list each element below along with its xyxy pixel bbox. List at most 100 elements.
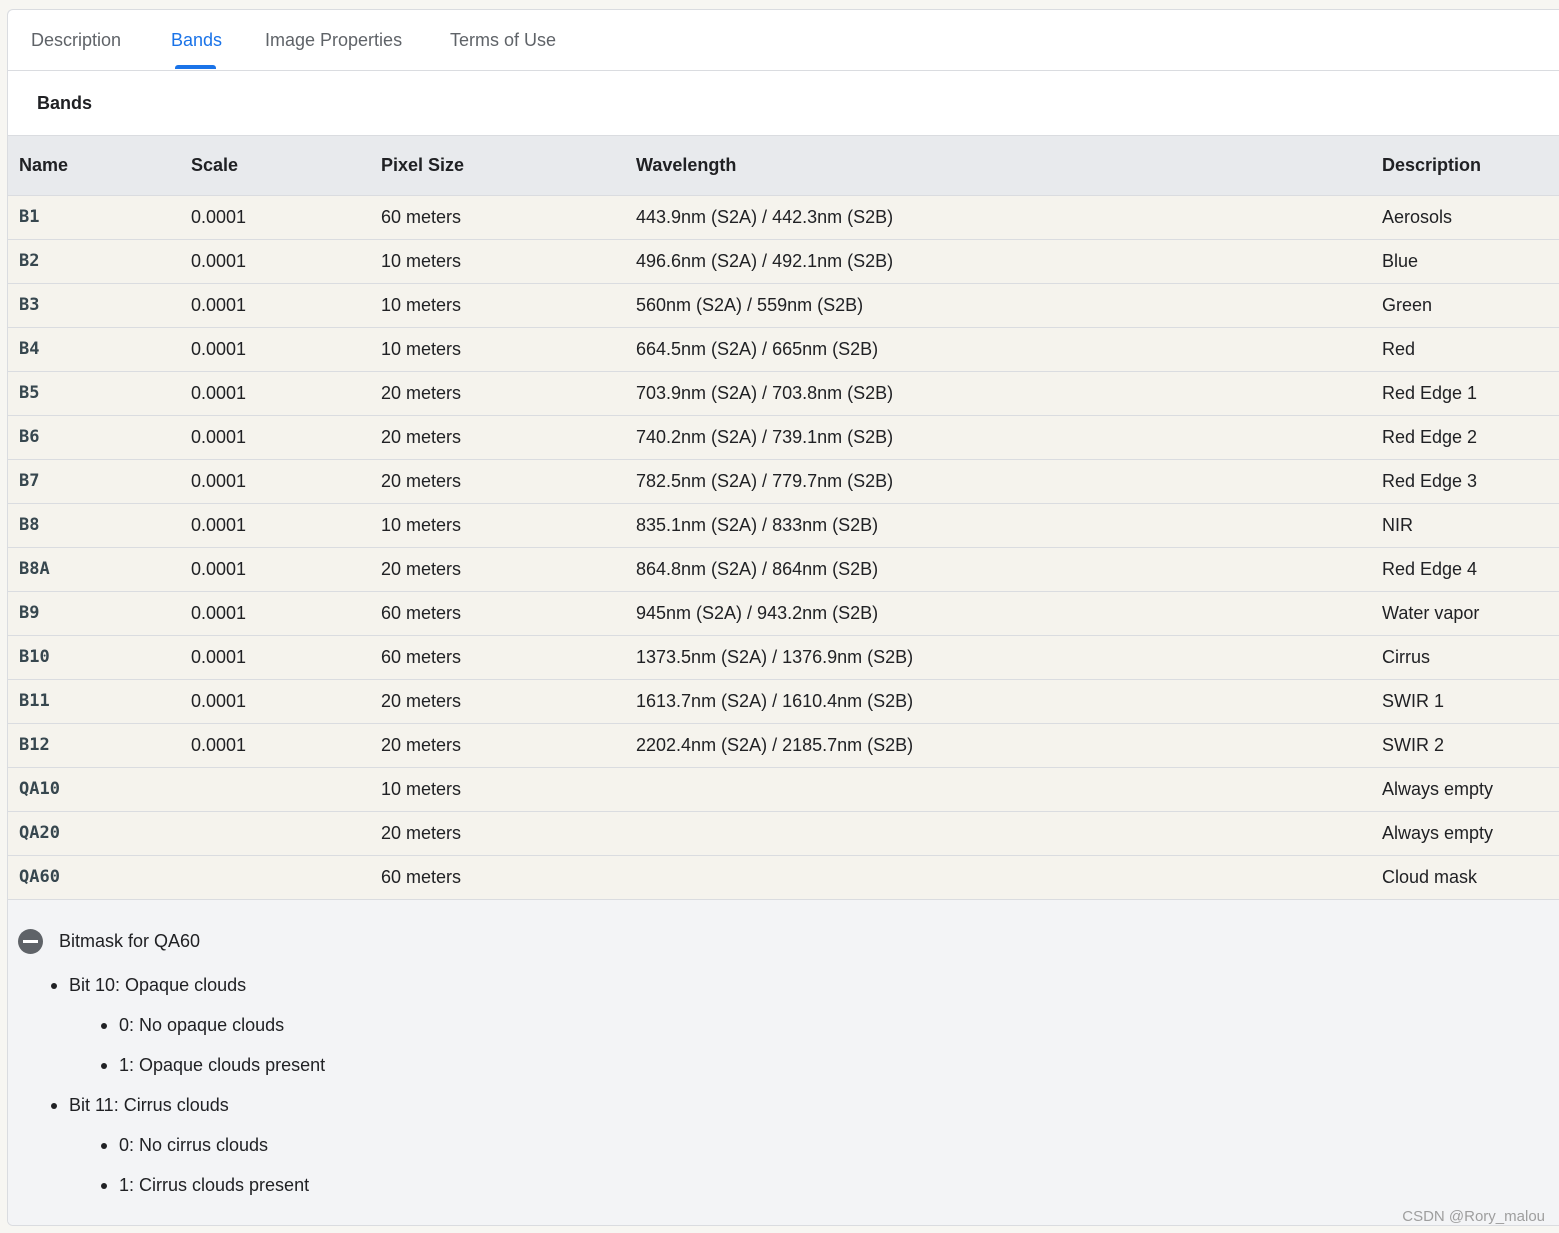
cell-scale: 0.0001 xyxy=(191,690,247,711)
tab-bands[interactable]: Bands xyxy=(171,10,222,70)
cell-description: Water vapor xyxy=(1382,602,1480,623)
cell-pixel-size: 20 meters xyxy=(381,558,462,579)
cell-scale: 0.0001 xyxy=(191,558,247,579)
cell-description: Red Edge 1 xyxy=(1382,382,1478,403)
cell-scale: 0.0001 xyxy=(191,294,247,315)
cell-pixel-size: 20 meters xyxy=(381,734,462,755)
cell-description: Red xyxy=(1382,338,1416,359)
cell-wavelength: 782.5nm (S2A) / 779.7nm (S2B) xyxy=(636,470,894,491)
table-row: B2 0.0001 10 meters 496.6nm (S2A) / 492.1nm… xyxy=(8,239,1559,283)
table-row: B7 0.0001 20 meters 782.5nm (S2A) / 779.7nm… xyxy=(8,459,1559,503)
bit-value-item: 0: No opaque clouds xyxy=(99,1010,325,1050)
cell-wavelength xyxy=(625,811,1371,855)
cell-description: Red Edge 2 xyxy=(1382,426,1478,447)
cell-description: SWIR 1 xyxy=(1382,690,1445,711)
cell-name: B10 xyxy=(19,647,50,667)
cell-pixel-size: 10 meters xyxy=(381,338,462,359)
cell-name: B12 xyxy=(19,735,50,755)
table-row: B5 0.0001 20 meters 703.9nm (S2A) / 703.8nm… xyxy=(8,371,1559,415)
cell-description: Cloud mask xyxy=(1382,866,1478,887)
cell-wavelength: 703.9nm (S2A) / 703.8nm (S2B) xyxy=(636,382,894,403)
column-header-description: Description xyxy=(1382,154,1482,175)
bitmask-toggle[interactable]: Bitmask for QA60 xyxy=(18,927,200,955)
cell-scale: 0.0001 xyxy=(191,426,247,447)
bit-value-item: 1: Cirrus clouds present xyxy=(99,1170,325,1210)
cell-wavelength: 864.8nm (S2A) / 864nm (S2B) xyxy=(636,558,879,579)
cell-name: B3 xyxy=(19,295,40,315)
table-header-row: Name Scale Pixel Size Wavelength Descrip… xyxy=(8,136,1559,195)
cell-pixel-size: 20 meters xyxy=(381,690,462,711)
cell-wavelength: 1613.7nm (S2A) / 1610.4nm (S2B) xyxy=(636,690,914,711)
bit-value-item: 1: Opaque clouds present xyxy=(99,1050,325,1090)
cell-name: B9 xyxy=(19,603,40,623)
bands-panel: Description Bands Image Properties Terms… xyxy=(7,9,1559,1226)
cell-pixel-size: 10 meters xyxy=(381,514,462,535)
cell-scale: 0.0001 xyxy=(191,206,247,227)
minus-circle-icon[interactable] xyxy=(18,928,43,954)
cell-wavelength: 443.9nm (S2A) / 442.3nm (S2B) xyxy=(636,206,894,227)
cell-wavelength: 496.6nm (S2A) / 492.1nm (S2B) xyxy=(636,250,894,271)
table-row: B8 0.0001 10 meters 835.1nm (S2A) / 833nm (… xyxy=(8,503,1559,547)
cell-name: B7 xyxy=(19,471,40,491)
cell-wavelength: 2202.4nm (S2A) / 2185.7nm (S2B) xyxy=(636,734,914,755)
column-header-name: Name xyxy=(19,154,69,175)
bitmask-title: Bitmask for QA60 xyxy=(59,930,201,951)
cell-scale xyxy=(180,767,370,811)
tab-image-properties[interactable]: Image Properties xyxy=(265,10,402,70)
cell-pixel-size: 20 meters xyxy=(381,470,462,491)
cell-pixel-size: 10 meters xyxy=(381,250,462,271)
table-row: B1 0.0001 60 meters 443.9nm (S2A) / 442.3nm… xyxy=(8,195,1559,239)
tab-bar: Description Bands Image Properties Terms… xyxy=(8,10,1559,71)
cell-scale: 0.0001 xyxy=(191,602,247,623)
tab-description[interactable]: Description xyxy=(31,10,121,70)
cell-pixel-size: 20 meters xyxy=(381,822,462,843)
cell-name: B11 xyxy=(19,691,50,711)
cell-description: Cirrus xyxy=(1382,646,1430,667)
cell-name: B4 xyxy=(19,339,40,359)
cell-pixel-size: 10 meters xyxy=(381,294,462,315)
cell-name: QA10 xyxy=(19,779,60,799)
table-row: B10 0.0001 60 meters 1373.5nm (S2A) / 1376.… xyxy=(8,635,1559,679)
cell-description: Blue xyxy=(1382,250,1419,271)
cell-description: Red Edge 3 xyxy=(1382,470,1478,491)
cell-pixel-size: 10 meters xyxy=(381,778,462,799)
cell-scale: 0.0001 xyxy=(191,250,247,271)
bit-item: Bit 10: Opaque clouds xyxy=(49,970,325,1010)
cell-pixel-size: 20 meters xyxy=(381,382,462,403)
column-header-wavelength: Wavelength xyxy=(636,154,737,175)
table-row: B4 0.0001 10 meters 664.5nm (S2A) / 665nm (… xyxy=(8,327,1559,371)
cell-description: SWIR 2 xyxy=(1382,734,1445,755)
cell-wavelength: 740.2nm (S2A) / 739.1nm (S2B) xyxy=(636,426,894,447)
bit-value-item: 0: No cirrus clouds xyxy=(99,1130,325,1170)
cell-description: NIR xyxy=(1382,514,1413,535)
tab-terms-of-use[interactable]: Terms of Use xyxy=(450,10,556,70)
bands-table: Name Scale Pixel Size Wavelength Descrip… xyxy=(8,136,1559,899)
cell-name: B8 xyxy=(19,515,40,535)
cell-description: Green xyxy=(1382,294,1433,315)
bitmask-list: Bit 10: Opaque clouds 0: No opaque cloud… xyxy=(49,970,325,1210)
cell-wavelength xyxy=(625,767,1371,811)
cell-name: B8A xyxy=(19,559,50,579)
bitmask-section: Bitmask for QA60 Bit 10: Opaque clouds 0… xyxy=(8,899,1559,1225)
cell-name: B2 xyxy=(19,251,40,271)
table-row: B3 0.0001 10 meters 560nm (S2A) / 559nm (S2… xyxy=(8,283,1559,327)
table-row: QA60 60 meters Cloud mask xyxy=(8,855,1559,899)
table-row: B12 0.0001 20 meters 2202.4nm (S2A) / 2185.… xyxy=(8,723,1559,767)
bit-item: Bit 11: Cirrus clouds xyxy=(49,1090,325,1130)
cell-scale: 0.0001 xyxy=(191,646,247,667)
table-row: QA20 20 meters Always empty xyxy=(8,811,1559,855)
cell-description: Aerosols xyxy=(1382,206,1453,227)
active-tab-indicator xyxy=(175,65,216,69)
column-header-pixel-size: Pixel Size xyxy=(381,154,465,175)
cell-pixel-size: 60 meters xyxy=(381,866,462,887)
cell-pixel-size: 20 meters xyxy=(381,426,462,447)
cell-wavelength: 1373.5nm (S2A) / 1376.9nm (S2B) xyxy=(636,646,914,667)
cell-name: QA60 xyxy=(19,867,60,888)
cell-pixel-size: 60 meters xyxy=(381,206,462,227)
cell-description: Always empty xyxy=(1382,822,1494,843)
table-row: B11 0.0001 20 meters 1613.7nm (S2A) / 1610.… xyxy=(8,679,1559,723)
column-header-scale: Scale xyxy=(191,154,239,175)
section-title: Bands xyxy=(8,71,1559,136)
table-row: B8A 0.0001 20 meters 864.8nm (S2A) / 864nm … xyxy=(8,547,1559,591)
cell-scale: 0.0001 xyxy=(191,470,247,491)
